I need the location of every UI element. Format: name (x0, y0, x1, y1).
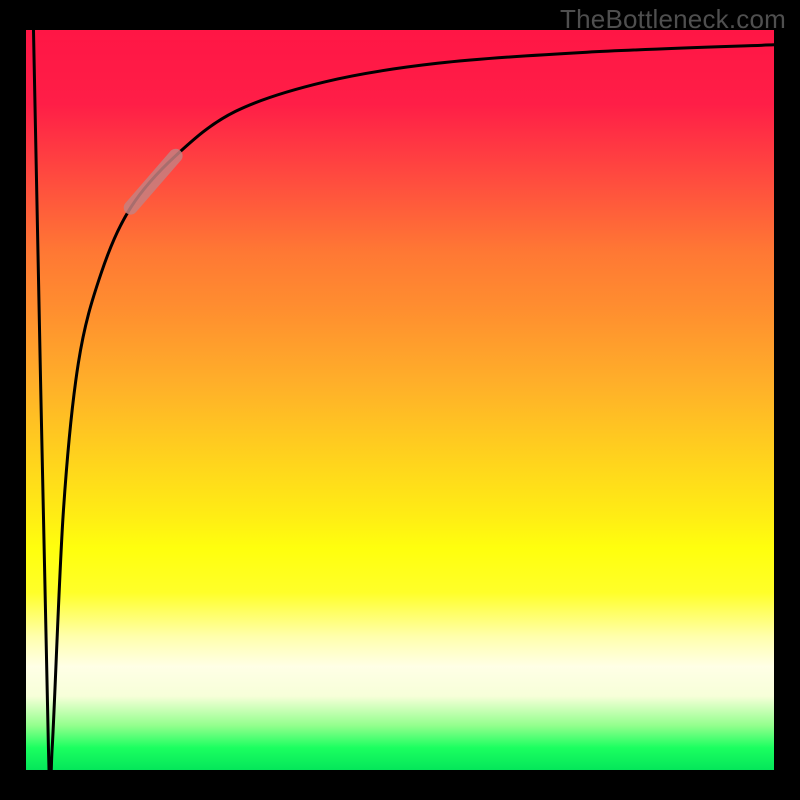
bottleneck-curve (33, 30, 774, 800)
watermark-text: TheBottleneck.com (560, 4, 786, 35)
plot-border (20, 30, 780, 776)
chart-frame: TheBottleneck.com (0, 0, 800, 800)
curve-layer (26, 30, 774, 770)
highlight-segment (131, 156, 176, 208)
